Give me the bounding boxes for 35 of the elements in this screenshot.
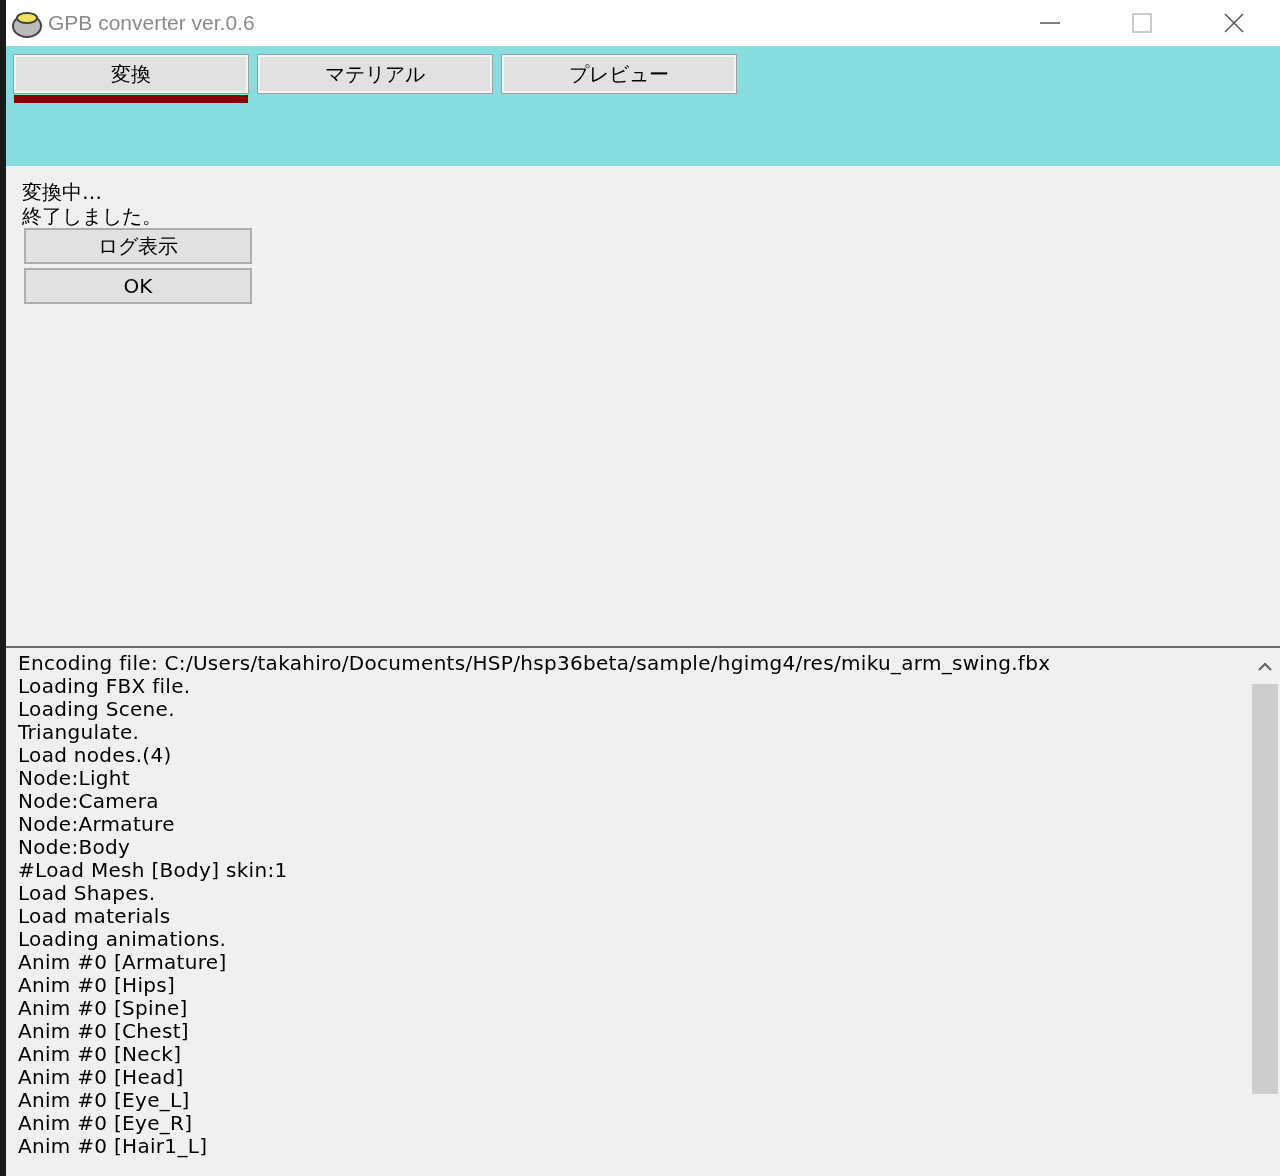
log-line: Loading animations. xyxy=(18,928,228,951)
log-line: Loading Scene. xyxy=(18,698,176,721)
tab[interactable]: プレビュー xyxy=(502,55,736,93)
dialog-button[interactable]: OK xyxy=(24,268,252,304)
log-line: Node:Camera xyxy=(18,790,160,813)
close-icon xyxy=(1224,13,1244,33)
chevron-up-icon xyxy=(1258,661,1272,671)
log-line: Load materials xyxy=(18,905,172,928)
minimize-icon xyxy=(1040,22,1060,24)
log-line: Load nodes.(4) xyxy=(18,744,173,767)
tab[interactable]: 変換 xyxy=(14,55,248,93)
log-line: Anim #0 [Armature] xyxy=(18,951,228,974)
log-line: Encoding file: C:/Users/takahiro/Documents/HSP/hsp36beta/sample/hgimg4/res/miku_arm_swing.fbx xyxy=(18,652,1052,675)
log-line: Anim #0 [Head] xyxy=(18,1066,185,1089)
log-line: Load Shapes. xyxy=(18,882,157,905)
status-text: 終了しました。 xyxy=(22,204,163,228)
scrollbar-thumb[interactable] xyxy=(1252,684,1278,1094)
log-line: Node:Light xyxy=(18,767,131,790)
log-line: Anim #0 [Neck] xyxy=(18,1043,183,1066)
window-title: GPB converter ver.0.6 xyxy=(48,10,255,37)
log-line: Loading FBX file. xyxy=(18,675,191,698)
log-line: Anim #0 [Chest] xyxy=(18,1020,190,1043)
log-line: Triangulate. xyxy=(18,721,141,744)
log-line: Anim #0 [Eye_R] xyxy=(18,1112,194,1135)
tab[interactable]: マテリアル xyxy=(258,55,492,93)
log-line: Node:Body xyxy=(18,836,132,859)
log-line: Anim #0 [Hips] xyxy=(18,974,177,997)
dialog-button[interactable]: ログ表示 xyxy=(24,228,252,264)
log-line: #Load Mesh [Body] skin:1 xyxy=(18,859,289,882)
status-text: 変換中… xyxy=(22,180,103,204)
log-line: Anim #0 [Spine] xyxy=(18,997,189,1020)
log-line: Node:Armature xyxy=(18,813,176,836)
log-line: Anim #0 [Eye_L] xyxy=(18,1089,191,1112)
maximize-icon xyxy=(1132,13,1152,33)
log-line: Anim #0 [Hair1_L] xyxy=(18,1135,209,1158)
